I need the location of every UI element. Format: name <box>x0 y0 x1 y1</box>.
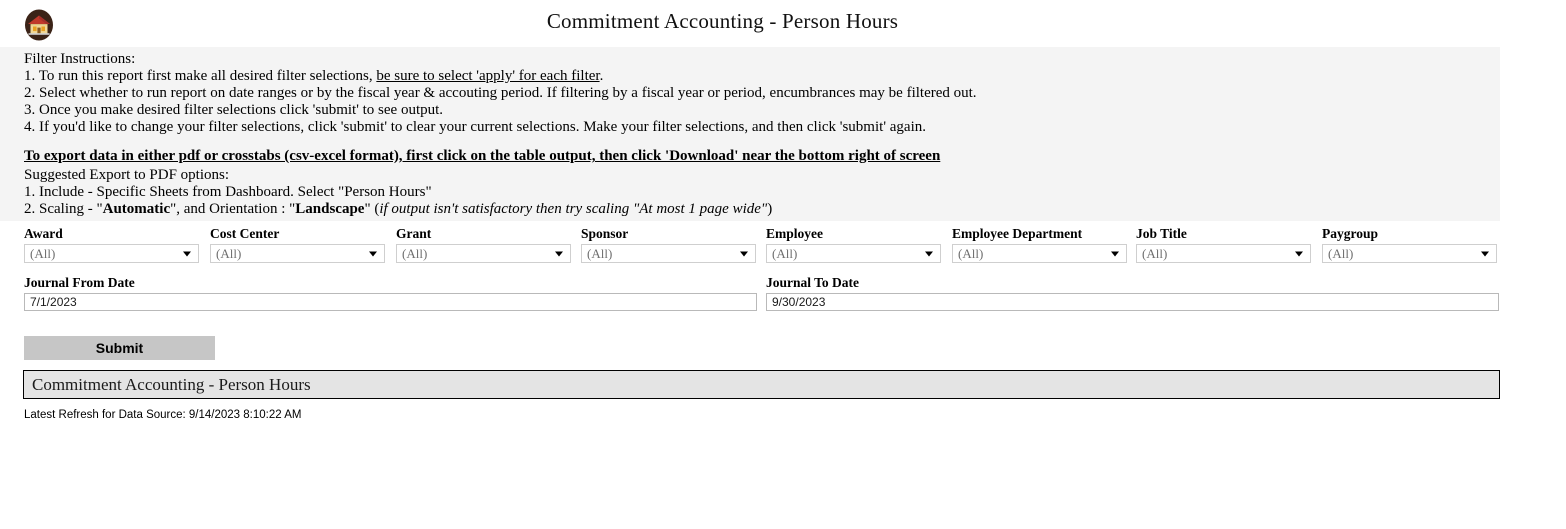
filter-grant: Grant (All) <box>396 226 571 263</box>
filter-bar: Award (All) Cost Center (All) Grant (All… <box>0 226 1566 270</box>
pdf-option-2-orientation-value: Landscape <box>295 201 365 217</box>
journal-from-date-value: 7/1/2023 <box>30 295 77 309</box>
apply-filter-link[interactable]: be sure to select 'apply' for each filte… <box>376 68 599 84</box>
app-header: Commitment Accounting - Person Hours <box>0 0 1566 47</box>
filter-job-title-value: (All) <box>1142 245 1168 261</box>
filter-cost-center-label: Cost Center <box>210 226 280 241</box>
filter-award-value: (All) <box>30 245 56 261</box>
filter-sponsor-dropdown[interactable]: (All) <box>581 244 756 263</box>
pdf-option-2-note-open: " ( <box>364 201 380 217</box>
journal-to-date-input[interactable]: 9/30/2023 <box>766 293 1499 311</box>
filter-cost-center-dropdown[interactable]: (All) <box>210 244 385 263</box>
pdf-options-heading: Suggested Export to PDF options: <box>24 167 230 183</box>
pdf-option-2-scaling-value: Automatic <box>102 201 171 217</box>
filter-job-title-label: Job Title <box>1136 226 1187 241</box>
submit-button[interactable]: Submit <box>24 336 215 360</box>
filter-job-title-dropdown[interactable]: (All) <box>1136 244 1311 263</box>
chevron-down-icon <box>555 251 563 256</box>
chevron-down-icon <box>1481 251 1489 256</box>
pdf-option-2: 2. Scaling - "Automatic", and Orientatio… <box>24 201 772 218</box>
filter-paygroup-dropdown[interactable]: (All) <box>1322 244 1497 263</box>
pdf-option-2-scaling-pre: 2. Scaling - " <box>24 201 103 217</box>
filter-award: Award (All) <box>24 226 199 263</box>
filter-employee: Employee (All) <box>766 226 941 263</box>
filter-employee-value: (All) <box>772 245 798 261</box>
latest-refresh-label: Latest Refresh for Data Source: 9/14/202… <box>24 409 302 421</box>
chevron-down-icon <box>1295 251 1303 256</box>
export-instructions-heading: To export data in either pdf or crosstab… <box>24 148 941 164</box>
filter-cost-center-value: (All) <box>216 245 242 261</box>
filter-sponsor-label: Sponsor <box>581 226 629 241</box>
filter-paygroup-value: (All) <box>1328 245 1354 261</box>
journal-from-date-label: Journal From Date <box>24 275 135 290</box>
journal-to-date-group: Journal To Date 9/30/2023 <box>766 275 1499 311</box>
filter-award-dropdown[interactable]: (All) <box>24 244 199 263</box>
filter-employee-dropdown[interactable]: (All) <box>766 244 941 263</box>
instruction-item-3: 3. Once you make desired filter selectio… <box>24 102 444 118</box>
journal-to-date-value: 9/30/2023 <box>772 295 826 309</box>
instruction-item-1-period: . <box>599 68 604 84</box>
pdf-option-2-note: if output isn't satisfactory then try sc… <box>379 201 768 217</box>
filter-award-label: Award <box>24 226 63 241</box>
chevron-down-icon <box>925 251 933 256</box>
filter-cost-center: Cost Center (All) <box>210 226 385 263</box>
chevron-down-icon <box>369 251 377 256</box>
journal-to-date-label: Journal To Date <box>766 275 860 290</box>
filter-paygroup-label: Paygroup <box>1322 226 1379 241</box>
filter-employee-label: Employee <box>766 226 823 241</box>
instruction-item-2: 2. Select whether to run report on date … <box>24 85 977 101</box>
filter-employee-department-label: Employee Department <box>952 226 1083 241</box>
filter-paygroup: Paygroup (All) <box>1322 226 1497 263</box>
filter-grant-label: Grant <box>396 226 432 241</box>
pdf-option-2-orientation-pre: ", and Orientation : " <box>170 201 296 217</box>
filter-grant-dropdown[interactable]: (All) <box>396 244 571 263</box>
report-title-text: Commitment Accounting - Person Hours <box>32 374 311 394</box>
page-title: Commitment Accounting - Person Hours <box>546 9 899 33</box>
journal-from-date-input[interactable]: 7/1/2023 <box>24 293 757 311</box>
pdf-option-2-note-close: ) <box>767 201 773 217</box>
filter-sponsor: Sponsor (All) <box>581 226 756 263</box>
chevron-down-icon <box>1111 251 1119 256</box>
pdf-option-1: 1. Include - Specific Sheets from Dashbo… <box>24 184 432 200</box>
instruction-item-1: 1. To run this report first make all des… <box>24 68 603 85</box>
filter-instructions-panel: Filter Instructions: 1. To run this repo… <box>0 47 1500 221</box>
filter-employee-department-value: (All) <box>958 245 984 261</box>
filter-employee-department: Employee Department (All) <box>952 226 1127 263</box>
instruction-item-4: 4. If you'd like to change your filter s… <box>24 119 926 135</box>
filter-grant-value: (All) <box>402 245 428 261</box>
date-range-row: Journal From Date 7/1/2023 Journal To Da… <box>0 275 1566 315</box>
report-title-bar[interactable]: Commitment Accounting - Person Hours <box>23 370 1500 399</box>
chevron-down-icon <box>183 251 191 256</box>
instructions-heading: Filter Instructions: <box>24 51 136 67</box>
instruction-item-1-text: 1. To run this report first make all des… <box>24 68 377 84</box>
journal-from-date-group: Journal From Date 7/1/2023 <box>24 275 757 311</box>
filter-job-title: Job Title (All) <box>1136 226 1311 263</box>
filter-employee-department-dropdown[interactable]: (All) <box>952 244 1127 263</box>
filter-sponsor-value: (All) <box>587 245 613 261</box>
chevron-down-icon <box>740 251 748 256</box>
